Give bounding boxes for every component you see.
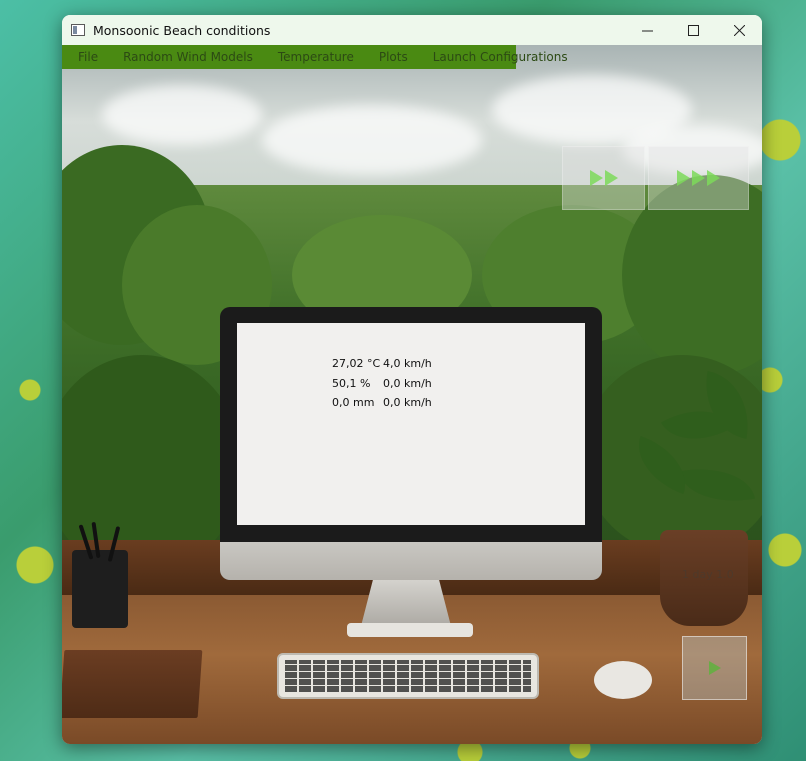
menu-random-wind-models[interactable]: Random Wind Models (107, 50, 262, 64)
fast-forward-button[interactable] (562, 146, 645, 210)
simulation-time-label: 1 day 1.0 (682, 568, 734, 581)
faster-forward-button[interactable] (648, 146, 749, 210)
app-window: Monsoonic Beach conditions File Random W… (62, 15, 762, 744)
triple-forward-icon (676, 170, 721, 186)
menu-temperature[interactable]: Temperature (262, 50, 363, 64)
window-controls (624, 15, 762, 45)
notebook (62, 650, 203, 718)
reading-row: 27,02 °C 4,0 km/h (332, 354, 432, 374)
play-button[interactable] (682, 636, 747, 700)
close-button[interactable] (716, 15, 762, 45)
title-bar: Monsoonic Beach conditions (62, 15, 762, 45)
minimize-icon (641, 30, 653, 31)
monitor-chin (220, 542, 602, 580)
pen-cup (72, 521, 128, 628)
rainfall-value: 0,0 mm (332, 396, 375, 409)
temperature-value: 27,02 °C (332, 357, 381, 370)
menu-bar: File Random Wind Models Temperature Plot… (62, 45, 568, 69)
mouse (594, 661, 652, 699)
reading-row: 0,0 mm 0,0 km/h (332, 393, 432, 413)
keyboard (277, 653, 539, 699)
maximize-icon (687, 24, 699, 36)
wind-speed-value: 0,0 km/h (383, 396, 432, 409)
app-window-icon (71, 24, 85, 36)
maximize-button[interactable] (670, 15, 716, 45)
menu-file[interactable]: File (62, 50, 107, 64)
wind-speed-value: 0,0 km/h (383, 376, 432, 390)
menu-launch-configurations[interactable]: Launch Configurations (417, 50, 577, 64)
minimize-button[interactable] (624, 15, 670, 45)
weather-readings: 27,02 °C 4,0 km/h 50,1 % 0,0 km/h 0,0 mm… (332, 354, 432, 413)
fast-forward-icon (589, 170, 619, 186)
play-icon (708, 661, 721, 675)
monitor-stand-base (347, 623, 473, 637)
wind-speed-value: 4,0 km/h (383, 357, 432, 370)
menu-plots[interactable]: Plots (363, 50, 417, 64)
close-icon (733, 24, 745, 36)
reading-row: 50,1 % 0,0 km/h (332, 374, 432, 394)
humidity-value: 50,1 % (332, 376, 371, 390)
window-title: Monsoonic Beach conditions (93, 22, 271, 38)
